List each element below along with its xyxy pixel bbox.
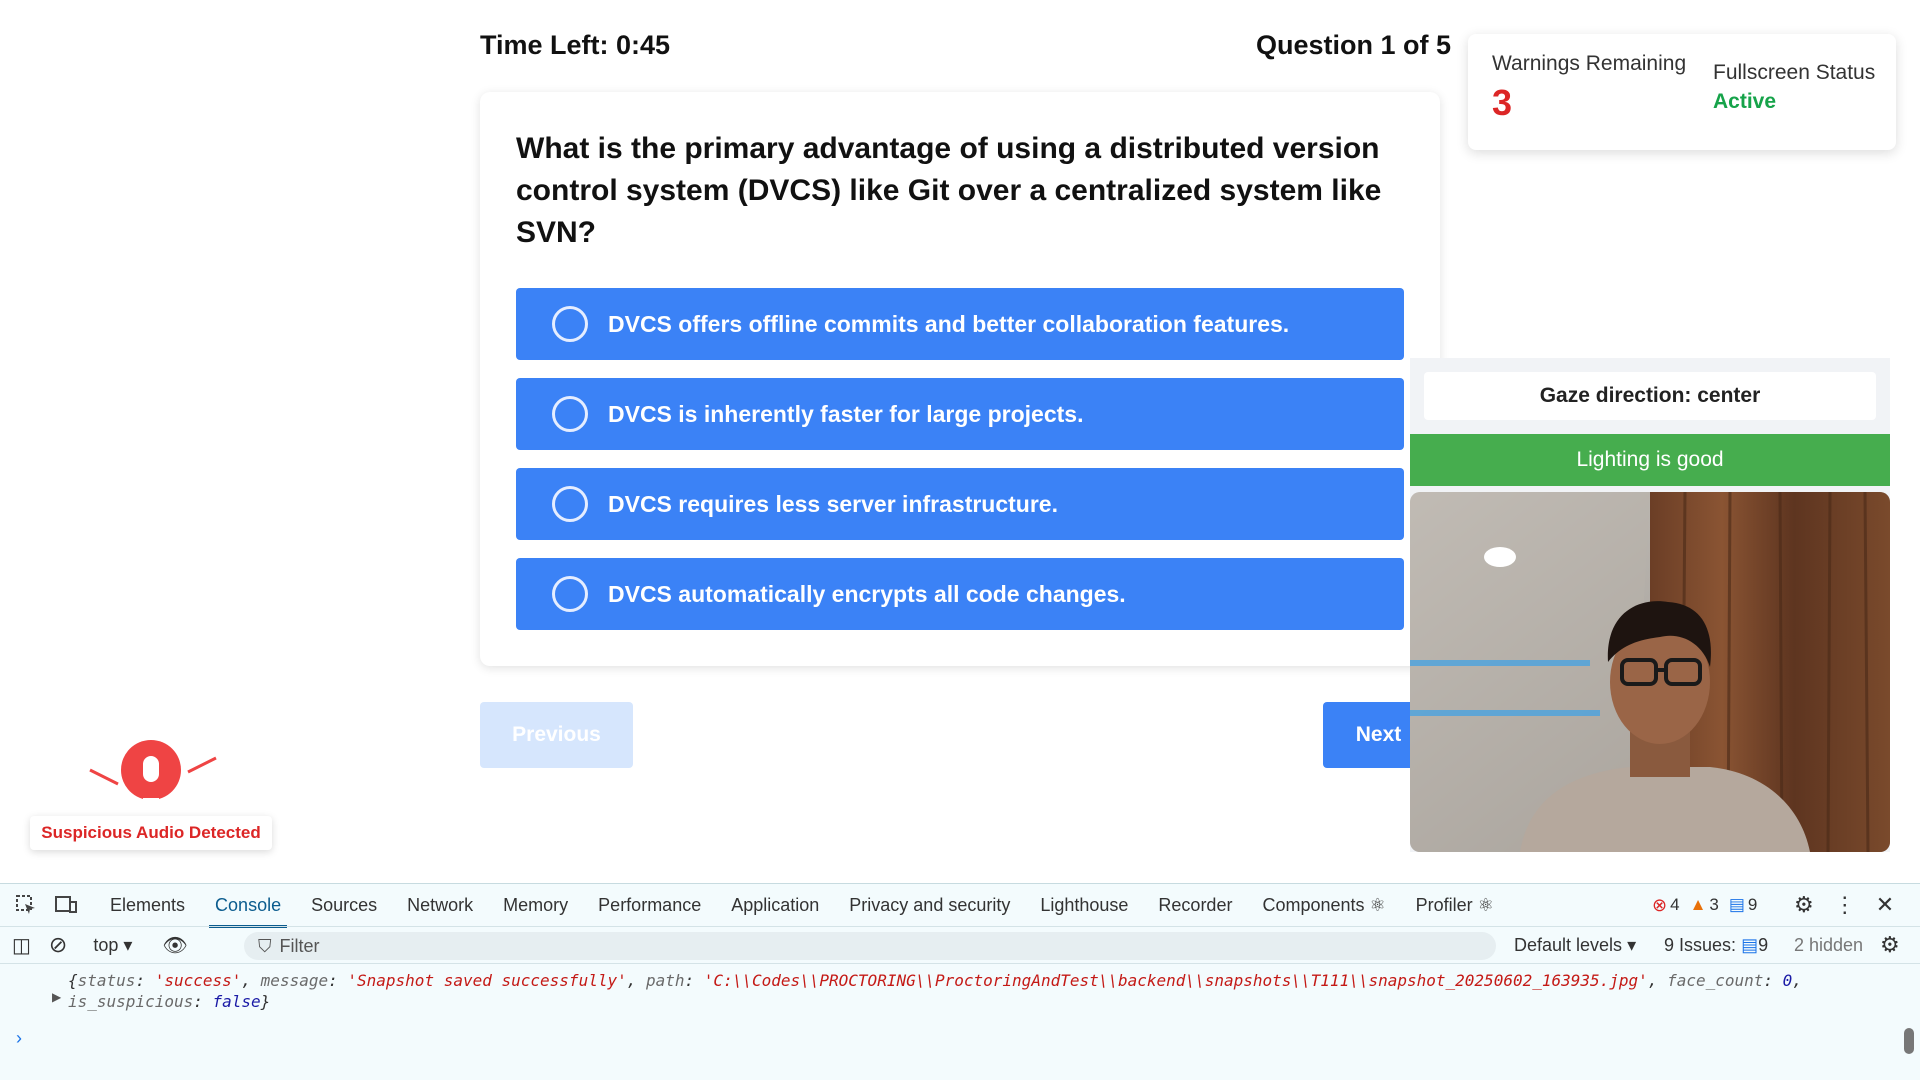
previous-button[interactable]: Previous xyxy=(480,702,633,768)
log-levels-dropdown[interactable]: Default levels ▾ xyxy=(1514,935,1636,956)
settings-gear-icon[interactable]: ⚙ xyxy=(1794,892,1814,918)
issues-icon: ▤ xyxy=(1741,934,1759,955)
log-val-face-count: 0 xyxy=(1782,971,1793,990)
devtools-tab-bar: Elements Console Sources Network Memory … xyxy=(0,884,1920,928)
console-log-entry[interactable]: {status: 'success', message: 'Snapshot s… xyxy=(68,970,1802,1012)
console-filter-input[interactable]: ⛉ Filter xyxy=(244,932,1496,960)
option-1[interactable]: DVCS offers offline commits and better c… xyxy=(516,288,1404,360)
radio-icon[interactable] xyxy=(552,486,588,522)
suspicious-audio-alert: Suspicious Audio Detected xyxy=(30,816,272,850)
gaze-indicator: Gaze direction: center xyxy=(1424,372,1876,420)
log-levels-value: Default levels xyxy=(1514,934,1623,955)
tab-network[interactable]: Network xyxy=(407,895,473,916)
webcam-feed xyxy=(1410,492,1890,852)
question-card: What is the primary advantage of using a… xyxy=(480,92,1440,666)
log-val-suspicious: false xyxy=(212,992,261,1011)
sidebar-toggle-icon[interactable]: ◫ xyxy=(12,933,31,958)
tab-performance[interactable]: Performance xyxy=(598,895,701,916)
log-val-status: 'success' xyxy=(154,971,242,990)
fullscreen-label: Fullscreen Status xyxy=(1713,61,1876,84)
close-icon[interactable]: ✕ xyxy=(1876,892,1894,918)
warnings-count: 3 xyxy=(1492,82,1513,123)
lighting-indicator: Lighting is good xyxy=(1410,434,1890,486)
microphone-alert-icon xyxy=(89,740,217,806)
log-key-message: message xyxy=(260,971,329,990)
tab-application[interactable]: Application xyxy=(731,895,819,916)
error-icon: ⊗ xyxy=(1652,894,1668,915)
option-label: DVCS automatically encrypts all code cha… xyxy=(608,580,1126,607)
radio-icon[interactable] xyxy=(552,576,588,612)
warning-count: 3 xyxy=(1709,895,1719,914)
log-key-status: status xyxy=(77,971,136,990)
log-key-suspicious: is_suspicious xyxy=(68,992,194,1011)
option-label: DVCS offers offline commits and better c… xyxy=(608,310,1290,337)
console-toolbar: ◫ ⊘ top ▾ 👁 ⛉ Filter Default levels ▾ 9 … xyxy=(0,926,1920,964)
live-expression-icon[interactable]: 👁 xyxy=(162,933,187,958)
question-counter: Question 1 of 5 xyxy=(1256,30,1452,60)
context-selector[interactable]: top ▾ xyxy=(93,935,132,956)
context-value: top xyxy=(93,934,119,955)
tab-elements[interactable]: Elements xyxy=(110,895,185,916)
option-label: DVCS requires less server infrastructure… xyxy=(608,490,1058,517)
webcam-widget: Gaze direction: center Lighting is good xyxy=(1410,358,1890,852)
devtools-counters[interactable]: ⊗ 4 ▲ 3 ▤ 9 xyxy=(1652,884,1757,926)
radio-icon[interactable] xyxy=(552,396,588,432)
clear-console-icon[interactable]: ⊘ xyxy=(49,932,67,958)
tab-sources[interactable]: Sources xyxy=(311,895,377,916)
devtools-actions: ⚙ ⋮ ✕ xyxy=(1794,884,1894,926)
log-key-path: path xyxy=(646,971,685,990)
issues-label: 9 Issues: xyxy=(1664,934,1737,955)
console-prompt-icon[interactable]: › xyxy=(16,1028,22,1049)
console-scrollbar[interactable] xyxy=(1904,1028,1914,1054)
console-settings-icon[interactable]: ⚙ xyxy=(1880,932,1900,958)
filter-icon: ⛉ xyxy=(258,935,272,956)
tab-components[interactable]: Components ⚛ xyxy=(1262,895,1385,916)
more-options-icon[interactable]: ⋮ xyxy=(1834,892,1856,918)
proctor-status-panel: Warnings Remaining 3 Fullscreen Status A… xyxy=(1468,34,1896,150)
tab-recorder[interactable]: Recorder xyxy=(1158,895,1232,916)
message-icon: ▤ xyxy=(1728,895,1745,914)
warning-icon: ▲ xyxy=(1689,895,1707,914)
fullscreen-value: Active xyxy=(1713,90,1777,113)
option-3[interactable]: DVCS requires less server infrastructure… xyxy=(516,468,1404,540)
issues-count: 9 xyxy=(1758,934,1769,955)
webcam-image xyxy=(1410,492,1890,852)
error-count: 4 xyxy=(1670,895,1680,914)
warnings-label: Warnings Remaining xyxy=(1492,52,1687,75)
tab-lighthouse[interactable]: Lighthouse xyxy=(1040,895,1128,916)
timer: Time Left: 0:45 xyxy=(480,30,671,60)
expand-arrow-icon[interactable]: ▶ xyxy=(52,990,61,1004)
device-toolbar-icon[interactable] xyxy=(52,891,80,919)
option-2[interactable]: DVCS is inherently faster for large proj… xyxy=(516,378,1404,450)
log-key-face-count: face_count xyxy=(1667,971,1764,990)
tab-privacy-security[interactable]: Privacy and security xyxy=(849,895,1010,916)
tab-console[interactable]: Console xyxy=(209,895,288,928)
option-4[interactable]: DVCS automatically encrypts all code cha… xyxy=(516,558,1404,630)
inspect-element-icon[interactable] xyxy=(12,891,40,919)
option-label: DVCS is inherently faster for large proj… xyxy=(608,400,1084,427)
log-val-message: 'Snapshot saved successfully' xyxy=(347,971,627,990)
hidden-count: 2 hidden xyxy=(1794,934,1864,955)
exam-page: Time Left: 0:45 Question 1 of 5 What is … xyxy=(0,0,1920,1080)
devtools-panel: Elements Console Sources Network Memory … xyxy=(0,883,1920,1080)
issues-button[interactable]: 9 Issues: ▤9 xyxy=(1664,935,1768,956)
tab-memory[interactable]: Memory xyxy=(503,895,568,916)
filter-placeholder: Filter xyxy=(279,935,320,956)
question-text: What is the primary advantage of using a… xyxy=(516,132,1382,249)
radio-icon[interactable] xyxy=(552,306,588,342)
message-count: 9 xyxy=(1747,895,1758,914)
tab-profiler[interactable]: Profiler ⚛ xyxy=(1416,895,1494,916)
log-val-path: 'C:\\Codes\\PROCTORING\\ProctoringAndTes… xyxy=(703,971,1648,990)
